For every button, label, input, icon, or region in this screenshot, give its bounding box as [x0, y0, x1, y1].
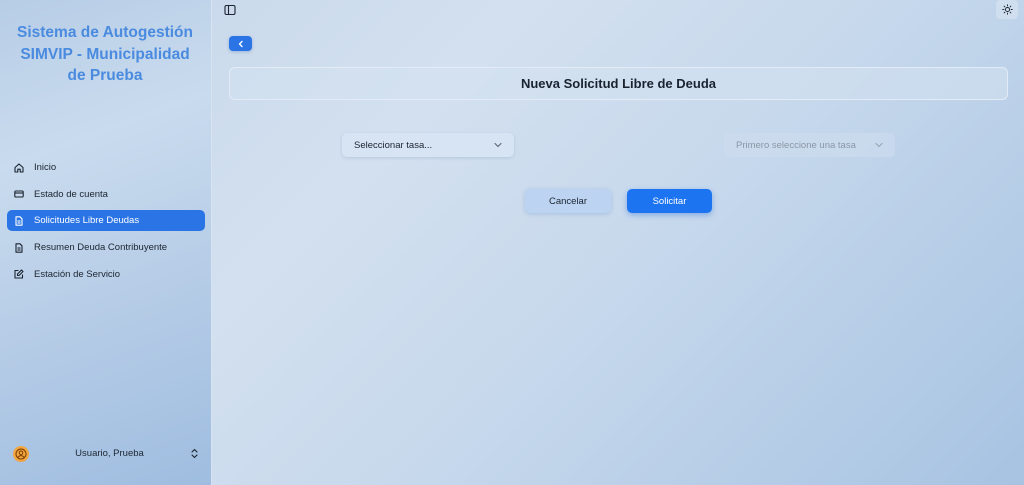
sidebar-item-inicio[interactable]: Inicio [7, 157, 205, 178]
sidebar: Sistema de Autogestión SIMVIP - Municipa… [0, 0, 212, 485]
sidebar-item-label: Inicio [34, 162, 57, 173]
edit-icon [14, 269, 24, 279]
user-menu[interactable]: Usuario, Prueba [7, 440, 205, 467]
app-title: Sistema de Autogestión SIMVIP - Municipa… [17, 24, 193, 84]
sidebar-item-label: Resumen Deuda Contribuyente [34, 242, 168, 254]
sidebar-toggle-icon[interactable] [224, 3, 236, 16]
cancel-button[interactable]: Cancelar [525, 189, 611, 213]
theme-toggle-button[interactable] [996, 0, 1018, 19]
secondary-select-placeholder: Primero seleccione una tasa [736, 139, 856, 151]
chevron-down-icon [494, 142, 502, 148]
sidebar-item-estado-de-cuenta[interactable]: Estado de cuenta [7, 184, 205, 205]
home-icon [14, 162, 24, 173]
secondary-select[interactable]: Primero seleccione una tasa [724, 133, 895, 157]
chevron-left-icon [237, 40, 245, 48]
user-circle-icon [13, 445, 29, 462]
credit-card-icon [14, 189, 24, 199]
sidebar-item-label: Estación de Servicio [34, 268, 121, 280]
sidebar-item-label: Estado de cuenta [34, 188, 108, 200]
tasa-select[interactable]: Seleccionar tasa... [342, 133, 514, 157]
sun-icon [1001, 4, 1013, 15]
sidebar-item-solicitudes-libre-deudas[interactable]: Solicitudes Libre Deudas [7, 210, 205, 232]
sidebar-nav: Inicio Estado de cuenta Solicitudes Libr… [7, 157, 205, 290]
document-icon [14, 242, 24, 253]
user-name: Usuario, Prueba [75, 448, 144, 459]
chevron-down-icon [875, 142, 883, 148]
page-header-card: Nueva Solicitud Libre de Deuda [229, 67, 1008, 100]
back-button[interactable] [229, 36, 252, 51]
sidebar-item-resumen-deuda-contribuyente[interactable]: Resumen Deuda Contribuyente [7, 237, 205, 258]
page-title: Nueva Solicitud Libre de Deuda [520, 76, 717, 91]
tasa-select-placeholder: Seleccionar tasa... [354, 139, 433, 151]
sidebar-item-label: Solicitudes Libre Deudas [34, 215, 140, 227]
sidebar-item-estacion-de-servicio[interactable]: Estación de Servicio [7, 264, 205, 285]
chevron-up-down-icon [190, 448, 199, 459]
document-icon [14, 216, 24, 226]
submit-button[interactable]: Solicitar [627, 189, 712, 213]
